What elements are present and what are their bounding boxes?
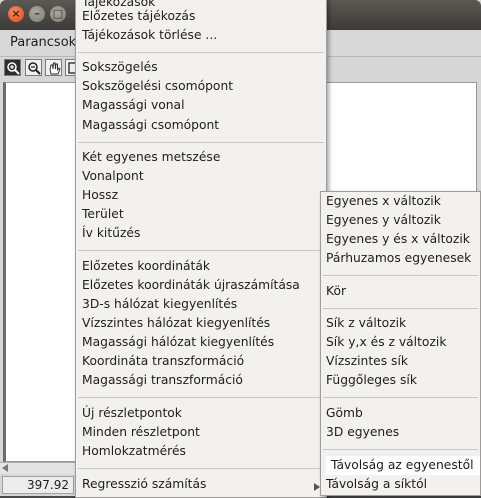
menu-item-magassagi-csomopont[interactable]: Magassági csomópont [82, 116, 219, 135]
menu-item-elozetes-koordinatak-ujraszamitasa[interactable]: Előzetes koordináták újraszámítása [82, 276, 300, 295]
menu-item-iv-kituzes[interactable]: Ív kitűzés [82, 224, 140, 243]
menu-item-elozetes-tajekozas[interactable]: Előzetes tájékozás [82, 7, 195, 26]
menu-item-3d-halozat-kiegyenlites[interactable]: 3D-s hálózat kiegyenlítés [82, 295, 237, 314]
submenu-item-tavolsag-az-egyenestol[interactable]: Távolság az egyenestől [326, 456, 480, 475]
submenu-item-tavolsag-a-siktol[interactable]: Távolság a síktól [326, 475, 427, 494]
menu-item-uj-reszletpontok[interactable]: Új részletpontok [82, 404, 182, 423]
scroll-left-arrow-icon[interactable] [2, 464, 8, 472]
menu-separator [78, 397, 324, 398]
submenu-item-gomb[interactable]: Gömb [326, 404, 363, 423]
submenu-item-egyenes-x-valtozik[interactable]: Egyenes x változik [326, 192, 441, 211]
minimize-window-button[interactable]: – [29, 6, 45, 22]
status-coordinate: 397.92 [2, 476, 74, 494]
menu-item-koordinata-transzformacio[interactable]: Koordináta transzformáció [82, 352, 244, 371]
menu-item-elozetes-koordinatak[interactable]: Előzetes koordináták [82, 257, 210, 276]
menu-separator [78, 142, 324, 143]
submenu-item-3d-egyenes[interactable]: 3D egyenes [326, 423, 399, 442]
submenu-item-kor[interactable]: Kör [326, 282, 346, 301]
menu-item-hossz[interactable]: Hossz [82, 186, 118, 205]
submenu-item-sik-z-valtozik[interactable]: Sík z változik [326, 314, 406, 333]
main-dropdown-menu: Tájékozások Előzetes tájékozás Tájékozás… [75, 0, 327, 498]
menu-separator [323, 397, 478, 398]
menu-separator [323, 275, 478, 276]
menu-separator [323, 449, 478, 450]
menu-item-homlokzatmeres[interactable]: Homlokzatmérés [82, 442, 186, 461]
submenu-item-sik-yxz-valtozik[interactable]: Sík y,x és z változik [326, 333, 446, 352]
submenu-item-parhuzamos-egyenesek[interactable]: Párhuzamos egyenesek [326, 249, 471, 268]
menu-separator [78, 468, 324, 469]
menu-item-magassagi-transzformacio[interactable]: Magassági transzformáció [82, 371, 243, 390]
menu-item-magassagi-vonal[interactable]: Magassági vonal [82, 96, 185, 115]
menu-parancsok[interactable]: Parancsok [4, 30, 82, 56]
menu-item-vonalpont[interactable]: Vonalpont [82, 167, 144, 186]
menu-item-tajekozasok-torlese[interactable]: Tájékozások törlése ... [82, 26, 217, 45]
menu-separator [78, 52, 324, 53]
menu-item-ket-egyenes-metszese[interactable]: Két egyenes metszése [82, 148, 220, 167]
menu-item-sokszogeles[interactable]: Sokszögelés [82, 58, 158, 77]
menu-item-regresszio-szamitas[interactable]: Regresszió számítás [82, 475, 206, 494]
submenu-item-vizszintes-sik[interactable]: Vízszintes sík [326, 352, 408, 371]
close-window-button[interactable]: × [8, 6, 24, 22]
zoom-in-icon[interactable] [4, 59, 21, 76]
menu-item-minden-reszletpont[interactable]: Minden részletpont [82, 423, 200, 442]
menu-item-vizszintes-halozat-kiegyenlites[interactable]: Vízszintes hálózat kiegyenlítés [82, 314, 270, 333]
submenu-item-egyenes-y-valtozik[interactable]: Egyenes y változik [326, 211, 441, 230]
maximize-window-button[interactable]: □ [50, 6, 66, 22]
submenu-item-egyenes-y-es-x-valtozik[interactable]: Egyenes y és x változik [326, 230, 470, 249]
zoom-out-icon[interactable] [25, 59, 42, 76]
menu-item-magassagi-halozat-kiegyenlites[interactable]: Magassági hálózat kiegyenlítés [82, 333, 274, 352]
menu-item-sokszogelesi-csomopont[interactable]: Sokszögelési csomópont [82, 77, 233, 96]
submenu-item-fuggoleges-sik[interactable]: Függőleges sík [326, 371, 417, 390]
menu-separator [323, 308, 478, 309]
menu-separator [78, 250, 324, 251]
regression-submenu: Egyenes x változik Egyenes y változik Eg… [320, 191, 481, 496]
menu-item-terulet[interactable]: Terület [82, 205, 124, 224]
pan-hand-icon[interactable] [45, 59, 62, 76]
